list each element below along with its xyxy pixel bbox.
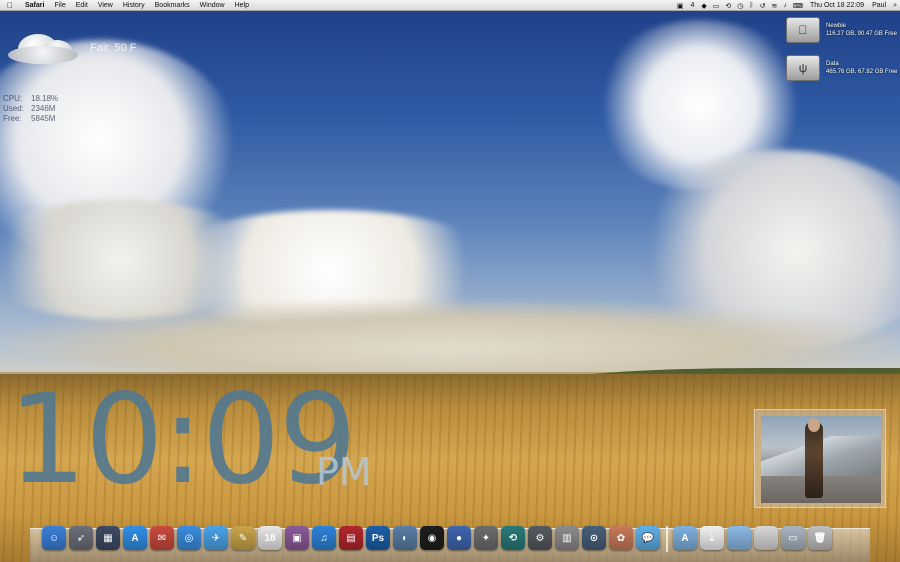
dock-icons: ☺ ➶ ▦ A ✉ ◎ ✈ ✎ 18 ▣ ♫ ▤ Ps ◐ ◉ ● ✦ ⟲ ⚙ ▥ ⊙ ✿ 💬 A ⇣ ▭ 🗑 bbox=[42, 526, 835, 556]
clock-time: 10:09 bbox=[8, 368, 357, 512]
bluetooth-icon[interactable]: ᛒ bbox=[746, 2, 756, 9]
notes-icon[interactable]: ✎ bbox=[231, 526, 255, 550]
spotlight-search-icon[interactable]: ⌕ bbox=[890, 2, 900, 10]
weather-widget: Fair, 50 F bbox=[6, 22, 156, 72]
time-machine-icon[interactable]: ⟲ bbox=[501, 526, 525, 550]
finder-icon[interactable]: ☺ bbox=[42, 526, 66, 550]
menu-bar:  Safari File Edit View History Bookmark… bbox=[0, 0, 900, 11]
mail-stamp-icon[interactable]: ✉ bbox=[150, 526, 174, 550]
stat-label: Used: bbox=[3, 104, 24, 113]
disk-capacity: 116.27 GB, 90.47 GB Free bbox=[826, 31, 897, 37]
menu-file[interactable]: File bbox=[49, 0, 70, 11]
disk-widgets:  Newbie 116.27 GB, 90.47 GB Free ψ Data… bbox=[786, 17, 897, 93]
menu-app-safari[interactable]: Safari bbox=[20, 0, 49, 11]
mail-icon[interactable]: ✈ bbox=[204, 526, 228, 550]
system-stats: CPU: 18.18% Used: 2346M Free: 5845M bbox=[3, 94, 58, 124]
dropbox-icon[interactable]: ◆ bbox=[698, 2, 709, 10]
trash-icon[interactable]: 🗑 bbox=[808, 526, 832, 550]
hard-drive-icon:  bbox=[786, 17, 820, 43]
network-globe-icon[interactable]: ● bbox=[447, 526, 471, 550]
menu-datetime[interactable]: Thu Oct 18 22:09 bbox=[806, 0, 868, 11]
launchpad-icon[interactable]: ➶ bbox=[69, 526, 93, 550]
time-machine-menu-icon[interactable]: ↺ bbox=[757, 2, 769, 10]
clock-ampm: PM bbox=[316, 450, 372, 494]
calendar-icon[interactable]: 18 bbox=[258, 526, 282, 550]
settings-icon[interactable]: ⚙ bbox=[528, 526, 552, 550]
stat-row-used: Used: 2346M bbox=[3, 104, 58, 114]
document-icon[interactable]: ⇣ bbox=[700, 526, 724, 550]
disk-name: Newbie bbox=[826, 23, 847, 29]
firewire-drive-icon: ψ bbox=[786, 55, 820, 81]
menu-bookmarks[interactable]: Bookmarks bbox=[150, 0, 195, 11]
sync-icon[interactable]: ⟲ bbox=[722, 2, 734, 10]
dashboard-icon[interactable]: ◉ bbox=[420, 526, 444, 550]
disk-newbie[interactable]:  Newbie 116.27 GB, 90.47 GB Free bbox=[786, 17, 897, 43]
photo-booth-icon[interactable]: ▣ bbox=[285, 526, 309, 550]
stat-value: 2346M bbox=[31, 104, 56, 113]
desktop-clock: 10:09 PM bbox=[8, 368, 372, 512]
photo-image bbox=[761, 416, 881, 503]
drive-icon[interactable] bbox=[754, 526, 778, 550]
stat-label: Free: bbox=[3, 114, 22, 123]
safari-icon[interactable]: ◎ bbox=[177, 526, 201, 550]
window-icon[interactable]: ▭ bbox=[781, 526, 805, 550]
stat-row-cpu: CPU: 18.18% bbox=[3, 94, 58, 104]
messages-icon[interactable]: 💬 bbox=[636, 526, 660, 550]
applications-folder-icon[interactable]: A bbox=[673, 526, 697, 550]
app-store-icon[interactable]: A bbox=[123, 526, 147, 550]
photoshop-icon[interactable]: Ps bbox=[366, 526, 390, 550]
weather-condition: Fair, 50 F bbox=[90, 42, 137, 54]
preview-icon[interactable]: ▥ bbox=[555, 526, 579, 550]
battery-icon[interactable]: ▭ bbox=[710, 2, 723, 10]
mission-control-icon[interactable]: ▦ bbox=[96, 526, 120, 550]
stat-value: 18.18% bbox=[31, 94, 59, 103]
disk-data[interactable]: ψ Data 465.76 GB, 67.82 GB Free bbox=[786, 55, 897, 81]
disk-name: Data bbox=[826, 61, 839, 67]
menu-user[interactable]: Paul bbox=[868, 0, 890, 11]
wifi-icon[interactable]: ≋ bbox=[768, 2, 780, 10]
keyboard-icon[interactable]: ⌨ bbox=[790, 2, 806, 10]
utility-icon[interactable]: ✦ bbox=[474, 526, 498, 550]
cloud-icon bbox=[8, 28, 84, 68]
disk-capacity: 465.76 GB, 67.82 GB Free bbox=[826, 69, 898, 75]
stat-value: 5845M bbox=[31, 114, 56, 123]
status-menus: ▣ 4 ◆ ▭ ⟲ ◷ ᛒ ↺ ≋ ♪ ⌨ Thu Oct 18 22:09 P… bbox=[674, 0, 900, 11]
adobe-updater-icon[interactable]: ▣ bbox=[674, 2, 687, 10]
notification-badge[interactable]: 4 bbox=[687, 0, 699, 11]
photo-browser-icon[interactable]: ▤ bbox=[339, 526, 363, 550]
menu-edit[interactable]: Edit bbox=[71, 0, 93, 11]
itunes-icon[interactable]: ♫ bbox=[312, 526, 336, 550]
stat-label: CPU: bbox=[3, 94, 23, 103]
volume-icon[interactable]: ♪ bbox=[780, 2, 790, 9]
apple-menu-icon[interactable]:  bbox=[0, 1, 20, 10]
menu-history[interactable]: History bbox=[118, 0, 150, 11]
clock-menu-icon[interactable]: ◷ bbox=[734, 2, 746, 10]
folder-icon[interactable] bbox=[727, 526, 751, 550]
camera-icon[interactable]: ⊙ bbox=[582, 526, 606, 550]
cleaner-icon[interactable]: ✿ bbox=[609, 526, 633, 550]
menu-help[interactable]: Help bbox=[230, 0, 254, 11]
menu-window[interactable]: Window bbox=[195, 0, 230, 11]
stat-row-free: Free: 5845M bbox=[3, 114, 58, 124]
iphoto-icon[interactable]: ◐ bbox=[393, 526, 417, 550]
dock-separator bbox=[666, 526, 668, 552]
photo-frame-widget[interactable] bbox=[754, 409, 886, 508]
menu-view[interactable]: View bbox=[93, 0, 118, 11]
